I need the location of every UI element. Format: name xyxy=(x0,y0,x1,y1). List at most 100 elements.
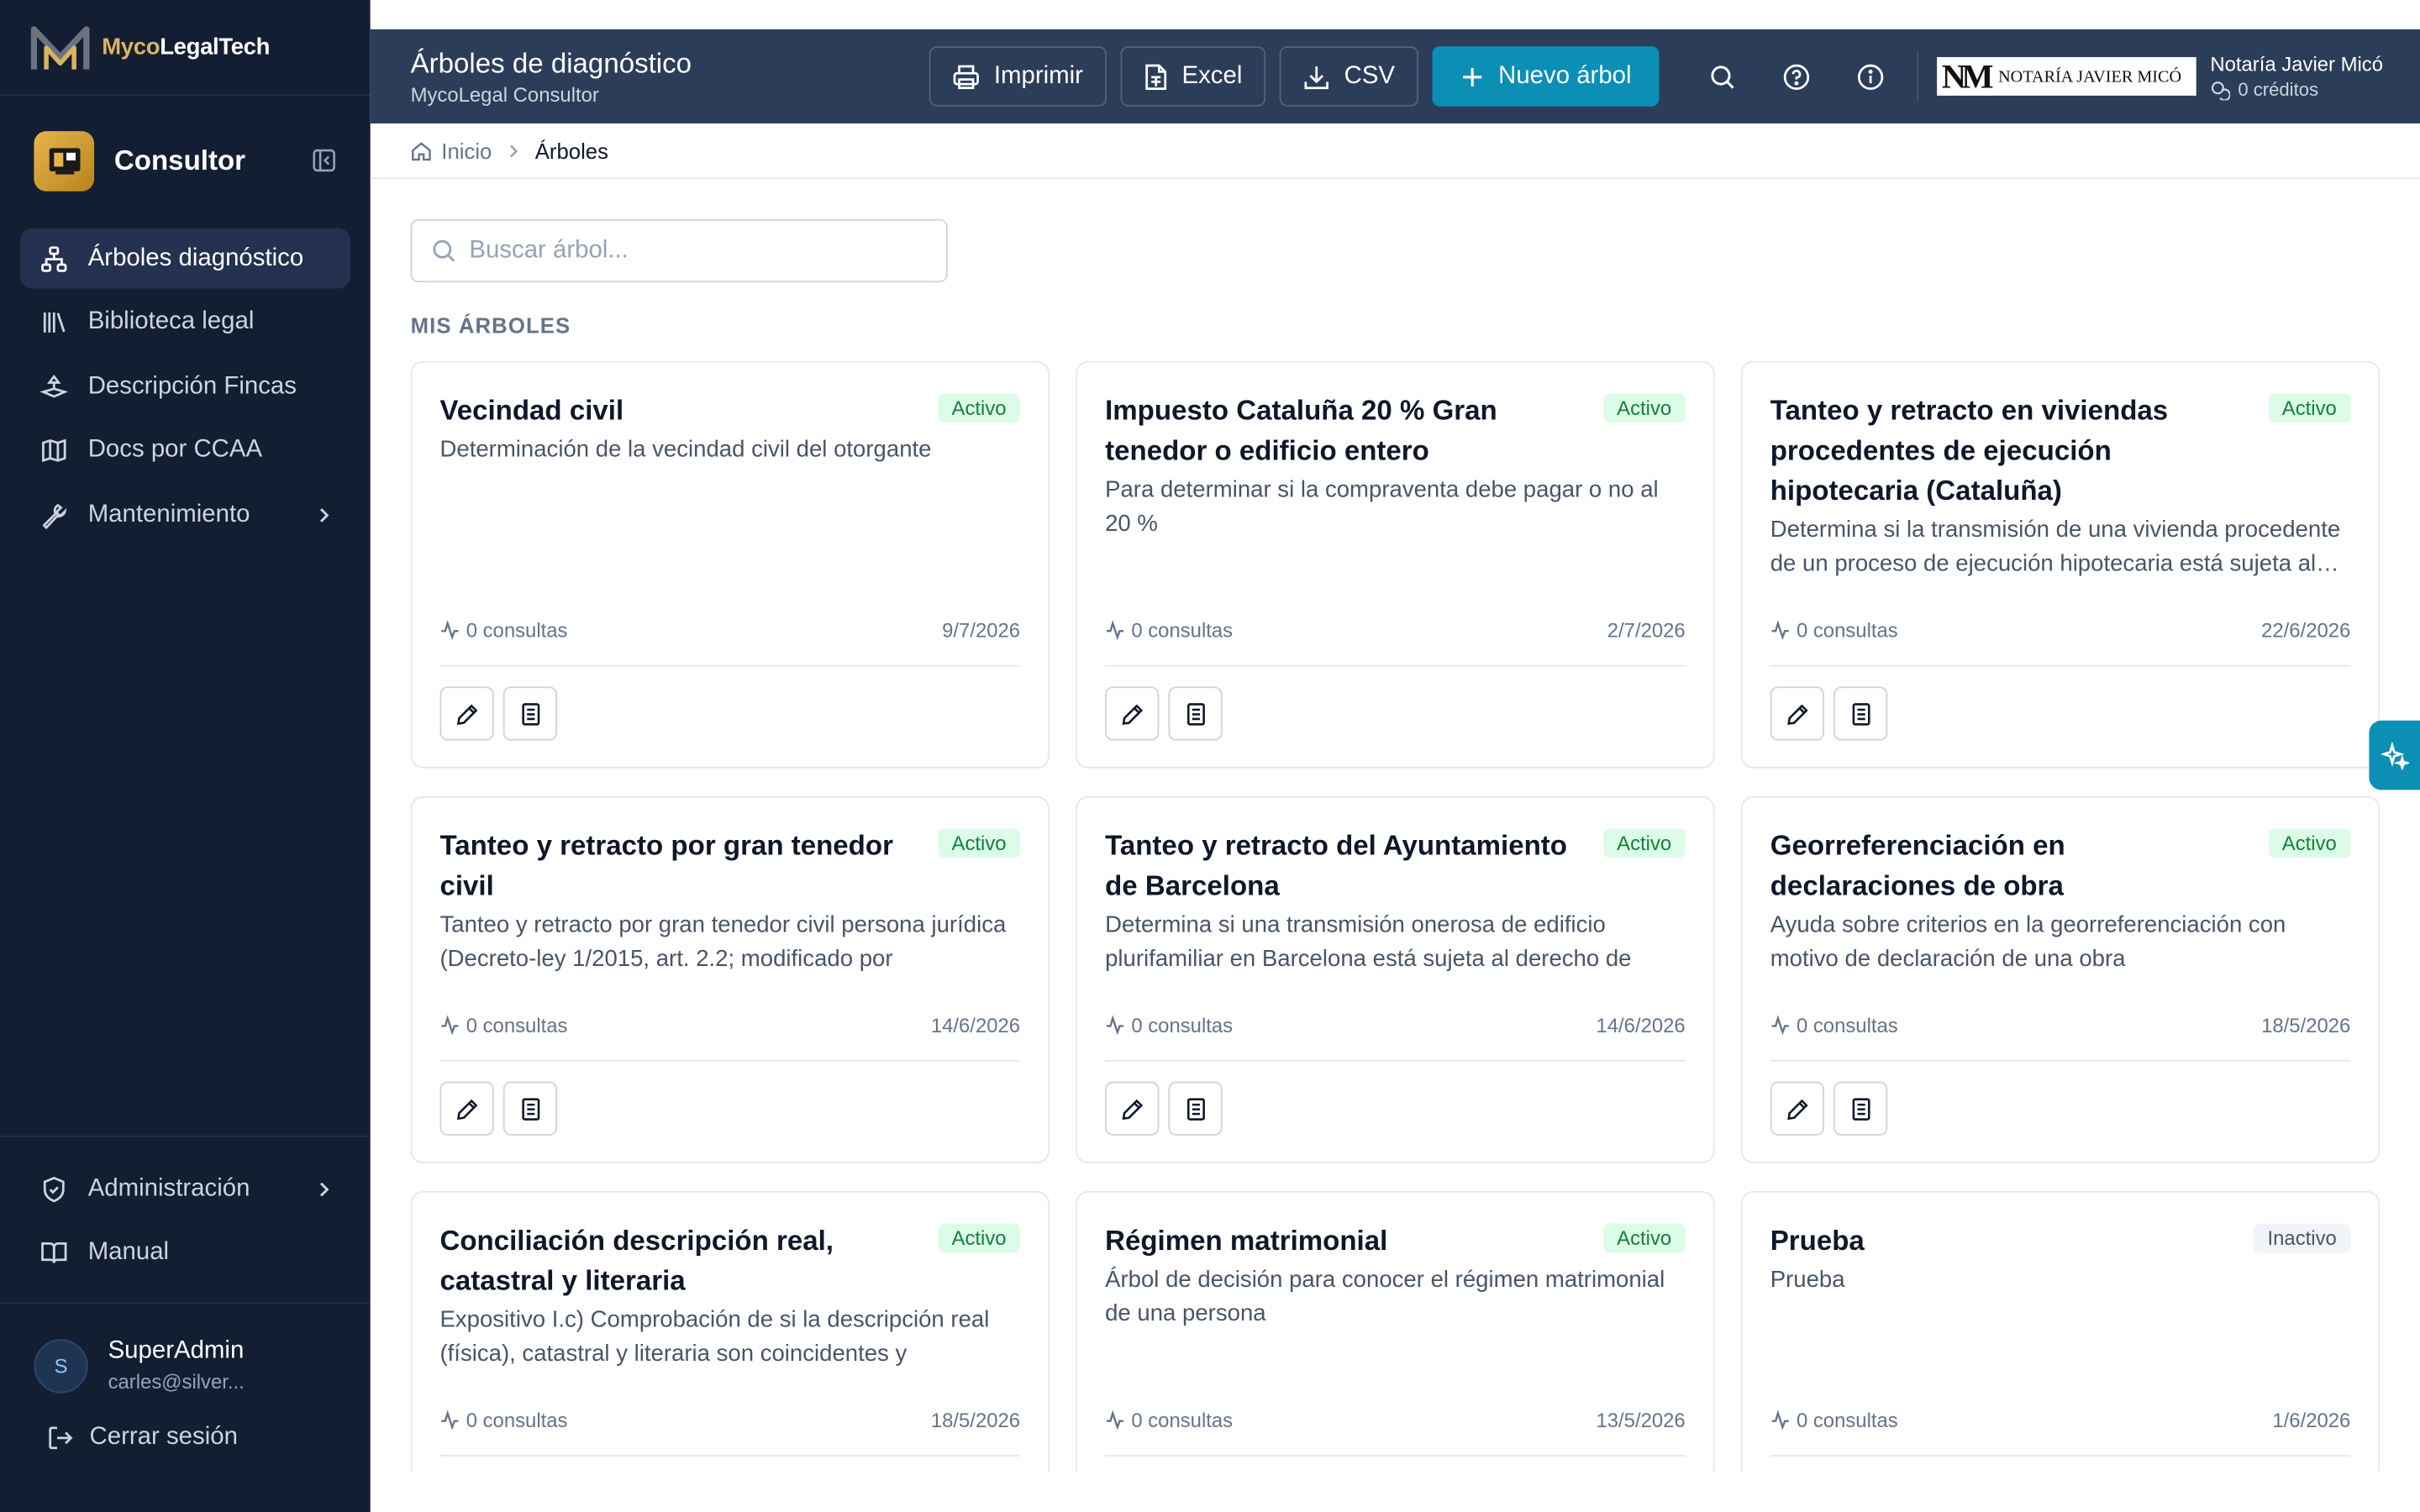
card-date: 1/6/2026 xyxy=(2272,1408,2351,1432)
card-divider xyxy=(439,1455,1021,1457)
consultas-count: 0 consultas xyxy=(1131,1013,1234,1037)
card-title[interactable]: Régimen matrimonial xyxy=(1105,1221,1583,1261)
user-name: SuperAdmin xyxy=(108,1337,245,1364)
page-subtitle: MycoLegal Consultor xyxy=(410,82,599,106)
sidebar-item-administracion[interactable]: Administración xyxy=(20,1158,350,1219)
activity-icon xyxy=(441,620,459,641)
card-title[interactable]: Georreferenciación en declaraciones de o… xyxy=(1770,826,2249,906)
page-header: Árboles de diagnóstico MycoLegal Consult… xyxy=(370,29,2420,123)
view-document-button[interactable] xyxy=(502,1081,558,1136)
card-title[interactable]: Vecindad civil xyxy=(439,391,918,431)
tree-card[interactable]: Tanteo y retracto por gran tenedor civil… xyxy=(410,795,1050,1163)
user-profile[interactable]: S SuperAdmin carles@silver... xyxy=(0,1304,371,1394)
content: MIS ÁRBOLES Vecindad civil Activo Determ… xyxy=(371,179,2420,1473)
sidebar-item-label: Administración xyxy=(87,1174,250,1201)
sidebar-item-mantenimiento[interactable]: Mantenimiento xyxy=(20,485,350,545)
sidebar-item-fincas[interactable]: Descripción Fincas xyxy=(20,356,350,417)
card-description: Árbol de decisión para conocer el régime… xyxy=(1105,1266,1665,1327)
breadcrumb-current: Árboles xyxy=(534,138,608,163)
sidebar: MycoLegalTech Consultor Árboles diagnóst… xyxy=(0,0,371,1512)
card-date: 22/6/2026 xyxy=(2261,618,2351,643)
card-divider xyxy=(439,664,1021,667)
view-document-button[interactable] xyxy=(502,686,558,741)
excel-button[interactable]: Excel xyxy=(1120,46,1265,107)
tree-card[interactable]: Impuesto Cataluña 20 % Gran tenedor o ed… xyxy=(1076,360,1715,769)
printer-icon xyxy=(952,62,980,90)
land-icon xyxy=(39,373,68,401)
info-icon[interactable] xyxy=(1843,49,1898,104)
tree-icon xyxy=(40,244,68,272)
brand[interactable]: MycoLegalTech xyxy=(0,0,371,96)
card-meta: 0 consultas 1/6/2026 xyxy=(1770,1408,2351,1432)
brand-logo-icon xyxy=(30,25,90,69)
card-divider xyxy=(1770,1059,2351,1062)
sidebar-item-label: Árboles diagnóstico xyxy=(87,244,304,271)
file-spreadsheet-icon xyxy=(1144,62,1168,90)
consultor-module-icon xyxy=(34,130,95,191)
card-title[interactable]: Tanteo y retracto en viviendas procedent… xyxy=(1770,391,2249,511)
sidebar-item-docs-ccaa[interactable]: Docs por CCAA xyxy=(20,421,350,481)
pencil-icon xyxy=(456,703,477,725)
edit-button[interactable] xyxy=(1770,686,1825,741)
pencil-icon xyxy=(456,1098,477,1120)
view-document-button[interactable] xyxy=(1168,1081,1223,1136)
view-document-button[interactable] xyxy=(1833,1081,1888,1136)
card-actions xyxy=(1770,1081,1897,1136)
tree-card[interactable]: Georreferenciación en declaraciones de o… xyxy=(1740,795,2381,1163)
sidebar-bottom-nav: Administración Manual xyxy=(0,1135,371,1287)
tree-card[interactable]: Tanteo y retracto en viviendas procedent… xyxy=(1740,360,2381,769)
activity-icon xyxy=(1106,1410,1124,1431)
consultas-count: 0 consultas xyxy=(466,1408,568,1432)
notaria-account[interactable]: Notaría Javier Micó 0 créditos xyxy=(2210,52,2383,100)
sidebar-item-arboles[interactable]: Árboles diagnóstico xyxy=(19,228,350,289)
search-icon[interactable] xyxy=(1695,49,1750,104)
view-document-button[interactable] xyxy=(1833,686,1888,741)
card-title[interactable]: Conciliación descripción real, catastral… xyxy=(439,1221,918,1301)
search-input[interactable] xyxy=(469,236,933,265)
view-document-button[interactable] xyxy=(1168,686,1223,741)
edit-button[interactable] xyxy=(1770,1081,1825,1136)
consultas-count: 0 consultas xyxy=(1796,1013,1898,1037)
tree-card[interactable]: Régimen matrimonial Activo Árbol de deci… xyxy=(1076,1190,1715,1473)
breadcrumb-home[interactable]: Inicio xyxy=(441,138,492,162)
module-switcher: Consultor xyxy=(0,96,371,192)
help-icon[interactable] xyxy=(1769,49,1824,104)
activity-icon xyxy=(1771,620,1789,641)
tree-card[interactable]: Prueba Inactivo Prueba 0 consultas 1/6/2… xyxy=(1740,1190,2381,1473)
card-meta: 0 consultas 9/7/2026 xyxy=(439,618,1021,643)
print-button[interactable]: Imprimir xyxy=(929,46,1107,107)
card-actions xyxy=(439,686,566,741)
edit-button[interactable] xyxy=(439,686,494,741)
edit-button[interactable] xyxy=(1105,1081,1160,1136)
brand-name: MycoLegalTech xyxy=(102,34,271,60)
sidebar-collapse-icon[interactable] xyxy=(308,145,339,176)
card-divider xyxy=(1105,1455,1686,1457)
sidebar-item-label: Manual xyxy=(87,1238,170,1266)
card-meta: 0 consultas 14/6/2026 xyxy=(1105,1014,1686,1037)
edit-button[interactable] xyxy=(1105,686,1160,741)
ai-assistant-button[interactable] xyxy=(2369,720,2420,790)
tree-card[interactable]: Vecindad civil Activo Determinación de l… xyxy=(410,360,1050,769)
consultas-count: 0 consultas xyxy=(1796,618,1898,643)
card-title[interactable]: Tanteo y retracto por gran tenedor civil xyxy=(439,826,918,906)
tree-card[interactable]: Tanteo y retracto del Ayuntamiento de Ba… xyxy=(1076,795,1715,1163)
card-title[interactable]: Prueba xyxy=(1770,1221,2249,1261)
plus-icon xyxy=(1460,64,1484,88)
csv-button[interactable]: CSV xyxy=(1279,46,1418,107)
card-divider xyxy=(1770,1455,2351,1457)
sidebar-item-label: Descripción Fincas xyxy=(87,372,297,399)
card-date: 9/7/2026 xyxy=(942,618,1021,643)
card-description: Expositivo I.c) Comprobación de si la de… xyxy=(439,1306,990,1368)
logout-button[interactable]: Cerrar sesión xyxy=(0,1394,371,1452)
sidebar-item-manual[interactable]: Manual xyxy=(20,1223,350,1284)
new-tree-button[interactable]: Nuevo árbol xyxy=(1432,46,1660,107)
sidebar-item-biblioteca[interactable]: Biblioteca legal xyxy=(20,292,350,353)
card-actions xyxy=(1105,1081,1232,1136)
card-title[interactable]: Impuesto Cataluña 20 % Gran tenedor o ed… xyxy=(1105,391,1583,471)
search-box[interactable] xyxy=(410,218,948,283)
app-root: MycoLegalTech Consultor Árboles diagnóst… xyxy=(0,0,2420,1512)
edit-button[interactable] xyxy=(439,1081,494,1136)
tree-card[interactable]: Conciliación descripción real, catastral… xyxy=(410,1190,1050,1473)
card-title[interactable]: Tanteo y retracto del Ayuntamiento de Ba… xyxy=(1105,826,1583,906)
consultas-count: 0 consultas xyxy=(1131,1408,1234,1432)
